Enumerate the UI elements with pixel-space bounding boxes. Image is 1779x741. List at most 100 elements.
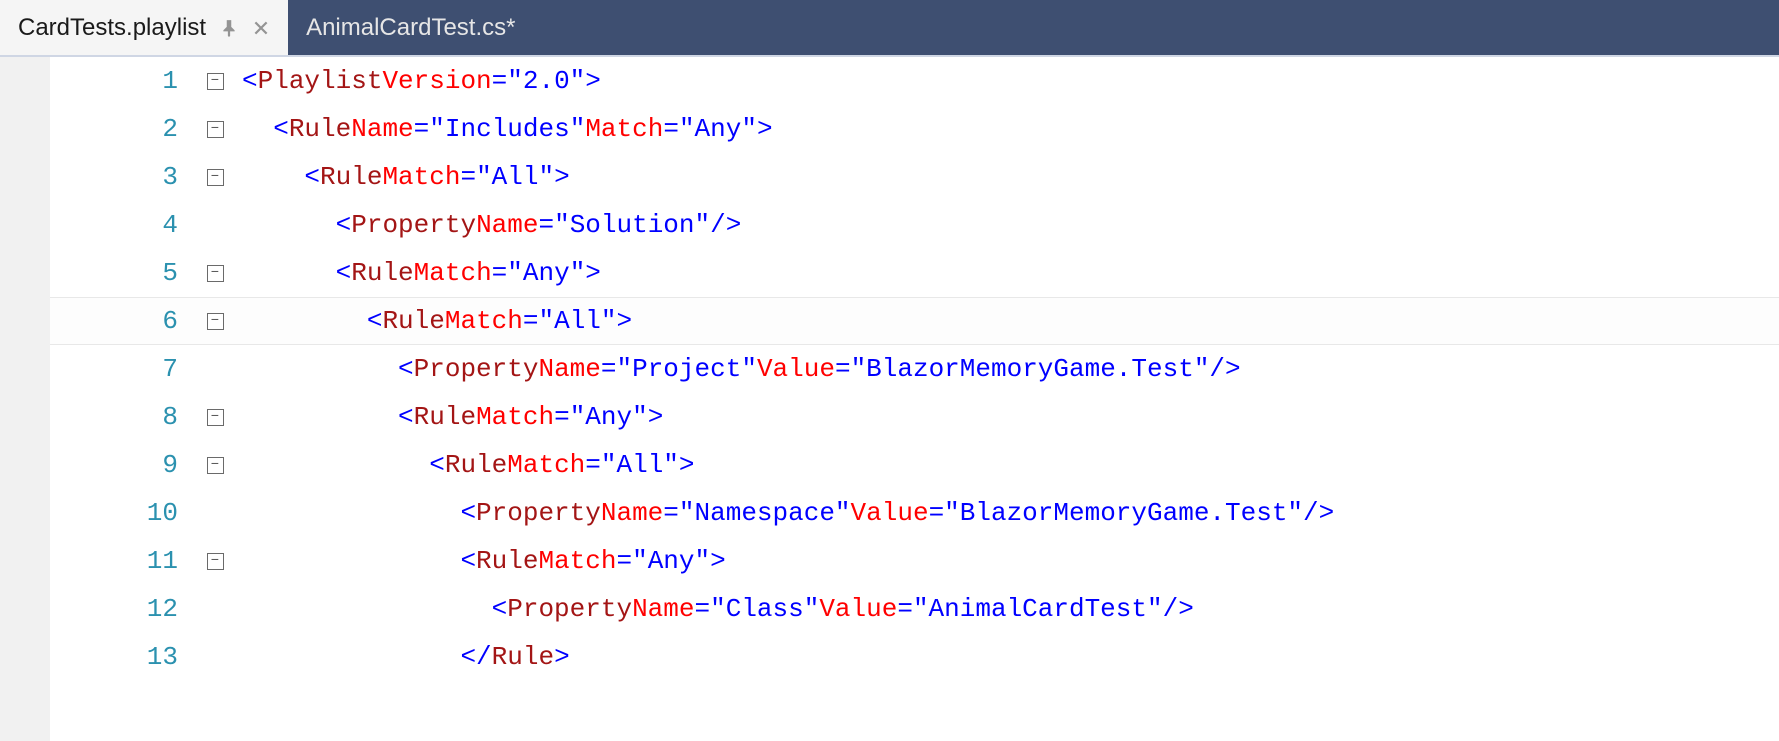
fold-gutter: [190, 73, 240, 90]
token-attr: Value: [819, 594, 897, 624]
token-attr: Match: [476, 402, 554, 432]
line-number: 3: [50, 162, 190, 192]
fold-toggle-icon[interactable]: [207, 265, 224, 282]
token-punc: >: [554, 162, 570, 192]
code-line[interactable]: <Playlist Version="2.0">: [240, 57, 1779, 105]
pin-icon[interactable]: [220, 19, 238, 37]
fold-gutter: [190, 313, 240, 330]
token-tag: Property: [507, 594, 632, 624]
tab-cardtests-playlist[interactable]: CardTests.playlist: [0, 0, 288, 55]
fold-toggle-icon[interactable]: [207, 313, 224, 330]
line-number: 11: [50, 546, 190, 576]
token-punc: <: [460, 546, 476, 576]
token-slash: /: [1303, 498, 1319, 528]
token-str: "Any": [570, 402, 648, 432]
token-str: "BlazorMemoryGame.Test": [944, 498, 1303, 528]
code-line[interactable]: <Rule Name="Includes" Match="Any">: [240, 105, 1779, 153]
token-punc: >: [710, 546, 726, 576]
fold-toggle-icon[interactable]: [207, 457, 224, 474]
token-slash: /: [710, 210, 726, 240]
token-eq: =: [414, 114, 430, 144]
token-tag: Rule: [445, 450, 507, 480]
close-icon[interactable]: [252, 19, 270, 37]
token-attr: Match: [382, 162, 460, 192]
token-punc: >: [757, 114, 773, 144]
code-line[interactable]: <Rule Match="Any">: [240, 249, 1779, 297]
token-str: "Class": [710, 594, 819, 624]
token-eq: =: [460, 162, 476, 192]
token-punc: </: [460, 642, 491, 672]
fold-gutter: [190, 553, 240, 570]
code-line[interactable]: <Rule Match="All">: [240, 153, 1779, 201]
token-punc: >: [585, 66, 601, 96]
token-attr: Name: [632, 594, 694, 624]
token-punc: >: [1319, 498, 1335, 528]
token-tag: Rule: [320, 162, 382, 192]
token-eq: =: [695, 594, 711, 624]
token-eq: =: [897, 594, 913, 624]
fold-toggle-icon[interactable]: [207, 169, 224, 186]
token-punc: <: [398, 402, 414, 432]
token-tag: Rule: [289, 114, 351, 144]
token-eq: =: [492, 258, 508, 288]
token-str: "Any": [679, 114, 757, 144]
token-str: "Any": [507, 258, 585, 288]
line-number: 5: [50, 258, 190, 288]
code-line[interactable]: <Rule Match="Any">: [240, 537, 1779, 585]
tab-label: CardTests.playlist: [18, 14, 206, 42]
token-str: "Solution": [554, 210, 710, 240]
token-eq: =: [601, 354, 617, 384]
token-punc: <: [460, 498, 476, 528]
token-attr: Value: [757, 354, 835, 384]
token-str: "All": [601, 450, 679, 480]
code-line[interactable]: <Property Name="Solution" />: [240, 201, 1779, 249]
line-number: 9: [50, 450, 190, 480]
token-attr: Match: [538, 546, 616, 576]
token-tag: Rule: [382, 306, 444, 336]
token-punc: >: [648, 402, 664, 432]
fold-toggle-icon[interactable]: [207, 121, 224, 138]
token-punc: <: [336, 210, 352, 240]
line-number: 2: [50, 114, 190, 144]
fold-gutter: [190, 265, 240, 282]
indicator-margin: [0, 57, 50, 741]
token-punc: <: [367, 306, 383, 336]
token-eq: =: [835, 354, 851, 384]
token-str: "All": [538, 306, 616, 336]
token-punc: >: [1225, 354, 1241, 384]
fold-toggle-icon[interactable]: [207, 73, 224, 90]
fold-gutter: [190, 169, 240, 186]
token-punc: <: [429, 450, 445, 480]
token-str: "All": [476, 162, 554, 192]
token-punc: <: [398, 354, 414, 384]
line-number: 6: [50, 306, 190, 336]
code-line[interactable]: <Rule Match="All">: [240, 297, 1779, 345]
token-attr: Match: [507, 450, 585, 480]
code-line[interactable]: <Rule Match="Any">: [240, 393, 1779, 441]
token-attr: Name: [538, 354, 600, 384]
tab-bar: CardTests.playlist AnimalCardTest.cs*: [0, 0, 1779, 55]
fold-toggle-icon[interactable]: [207, 553, 224, 570]
code-line[interactable]: <Rule Match="All">: [240, 441, 1779, 489]
token-punc: >: [585, 258, 601, 288]
token-punc: <: [492, 594, 508, 624]
token-eq: =: [523, 306, 539, 336]
token-tag: Rule: [351, 258, 413, 288]
line-number: 13: [50, 642, 190, 672]
code-area[interactable]: <Playlist Version="2.0"> <Rule Name="Inc…: [240, 57, 1779, 741]
code-line[interactable]: <Property Name="Namespace" Value="Blazor…: [240, 489, 1779, 537]
token-str: "Includes": [429, 114, 585, 144]
line-number: 12: [50, 594, 190, 624]
token-punc: <: [273, 114, 289, 144]
token-attr: Match: [414, 258, 492, 288]
token-punc: >: [617, 306, 633, 336]
tab-animalcardtest-cs-[interactable]: AnimalCardTest.cs*: [288, 0, 533, 55]
token-eq: =: [585, 450, 601, 480]
fold-toggle-icon[interactable]: [207, 409, 224, 426]
code-editor[interactable]: 12345678910111213 <Playlist Version="2.0…: [0, 55, 1779, 741]
code-line[interactable]: </Rule>: [240, 633, 1779, 681]
token-punc: >: [1178, 594, 1194, 624]
code-line[interactable]: <Property Name="Class" Value="AnimalCard…: [240, 585, 1779, 633]
code-line[interactable]: <Property Name="Project" Value="BlazorMe…: [240, 345, 1779, 393]
token-punc: >: [554, 642, 570, 672]
